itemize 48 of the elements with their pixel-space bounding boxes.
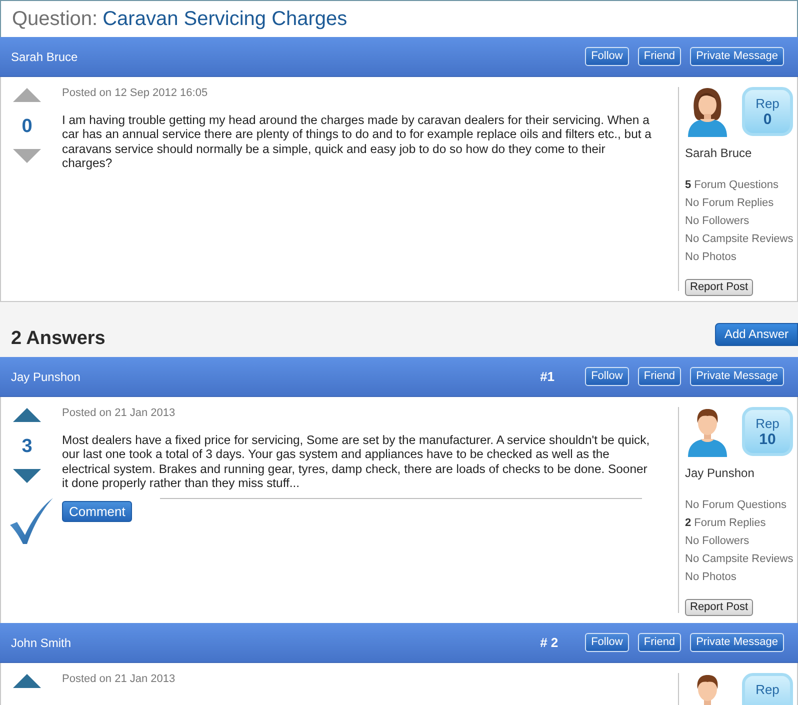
report-post-button[interactable]: Report Post <box>685 279 754 296</box>
profile-stat: 5 Forum Questions <box>685 178 780 193</box>
profile-stat: No Followers <box>685 534 750 549</box>
profile-name[interactable]: Jay Punshon <box>685 466 797 480</box>
up-arrow-icon[interactable] <box>13 408 41 422</box>
friend-button[interactable]: Friend <box>638 47 682 66</box>
up-arrow-icon[interactable] <box>13 674 41 688</box>
report-post-button[interactable]: Report Post <box>685 599 754 616</box>
private-message-button[interactable]: Private Message <box>690 47 784 66</box>
answers-heading: 2 Answers <box>11 327 106 351</box>
rep-value: 10 <box>759 430 776 448</box>
rep-label: Rep <box>756 682 780 696</box>
comment-button[interactable]: Comment <box>62 501 132 522</box>
question-title: Caravan Servicing Charges <box>102 7 348 31</box>
author-name[interactable]: John Smith <box>11 634 72 652</box>
profile-stat: No Photos <box>685 250 738 265</box>
profile-stat: No Forum Replies <box>685 196 775 211</box>
add-answer-button[interactable]: Add Answer <box>715 323 798 346</box>
question-label: Question: <box>12 7 98 31</box>
profile-stat: 2 Forum Replies <box>685 516 767 531</box>
posted-date: Posted on 21 Jan 2013 <box>62 673 176 686</box>
rep-value: 0 <box>763 110 772 128</box>
profile-stat: No Followers <box>685 214 750 229</box>
down-arrow-icon[interactable] <box>13 469 41 483</box>
follow-button[interactable]: Follow <box>585 633 629 652</box>
post-text: Most dealers have a fixed price for servicing, Some are set by the manufacturer. A service shouldn't be quick, our last one took a total of 3 days. Your gas system and appliances have to be checked as well as the electrical system. Brakes and running gear, tyres, damp check, there are loads of checks to be done. Sooner it done properly rather than they miss stuff... <box>62 433 651 490</box>
profile-stat: No Photos <box>685 570 738 585</box>
private-message-button[interactable]: Private Message <box>690 633 784 652</box>
profile-stat: No Campsite Reviews <box>685 552 794 567</box>
post-text: I am having trouble getting my head around the charges made by caravan dealers for their servicing. When a car has an annual service there are plenty of things to do and to for example replace oils and filters etc., but a caravans service should normally be a simple, quick and easy job to do so how do they come to their charges? <box>62 113 652 170</box>
answer-number: #1 <box>540 368 556 386</box>
private-message-button[interactable]: Private Message <box>690 367 784 386</box>
vote-score: 0 <box>22 116 32 138</box>
friend-button[interactable]: Friend <box>638 633 682 652</box>
vote-score: 3 <box>22 436 32 458</box>
posted-date: Posted on 21 Jan 2013 <box>62 407 176 420</box>
rep-label: Rep <box>756 416 780 430</box>
friend-button[interactable]: Friend <box>638 367 682 386</box>
follow-button[interactable]: Follow <box>585 47 629 66</box>
profile-stat: No Forum Questions <box>685 498 788 513</box>
rep-label: Rep <box>756 96 780 110</box>
author-name[interactable]: Sarah Bruce <box>11 48 78 66</box>
posted-date: Posted on 12 Sep 2012 16:05 <box>62 87 209 100</box>
profile-stat: No Campsite Reviews <box>685 232 794 247</box>
follow-button[interactable]: Follow <box>585 367 629 386</box>
author-name[interactable]: Jay Punshon <box>11 368 80 386</box>
profile-name[interactable]: Sarah Bruce <box>685 146 797 160</box>
answer-number: # 2 <box>540 634 560 652</box>
